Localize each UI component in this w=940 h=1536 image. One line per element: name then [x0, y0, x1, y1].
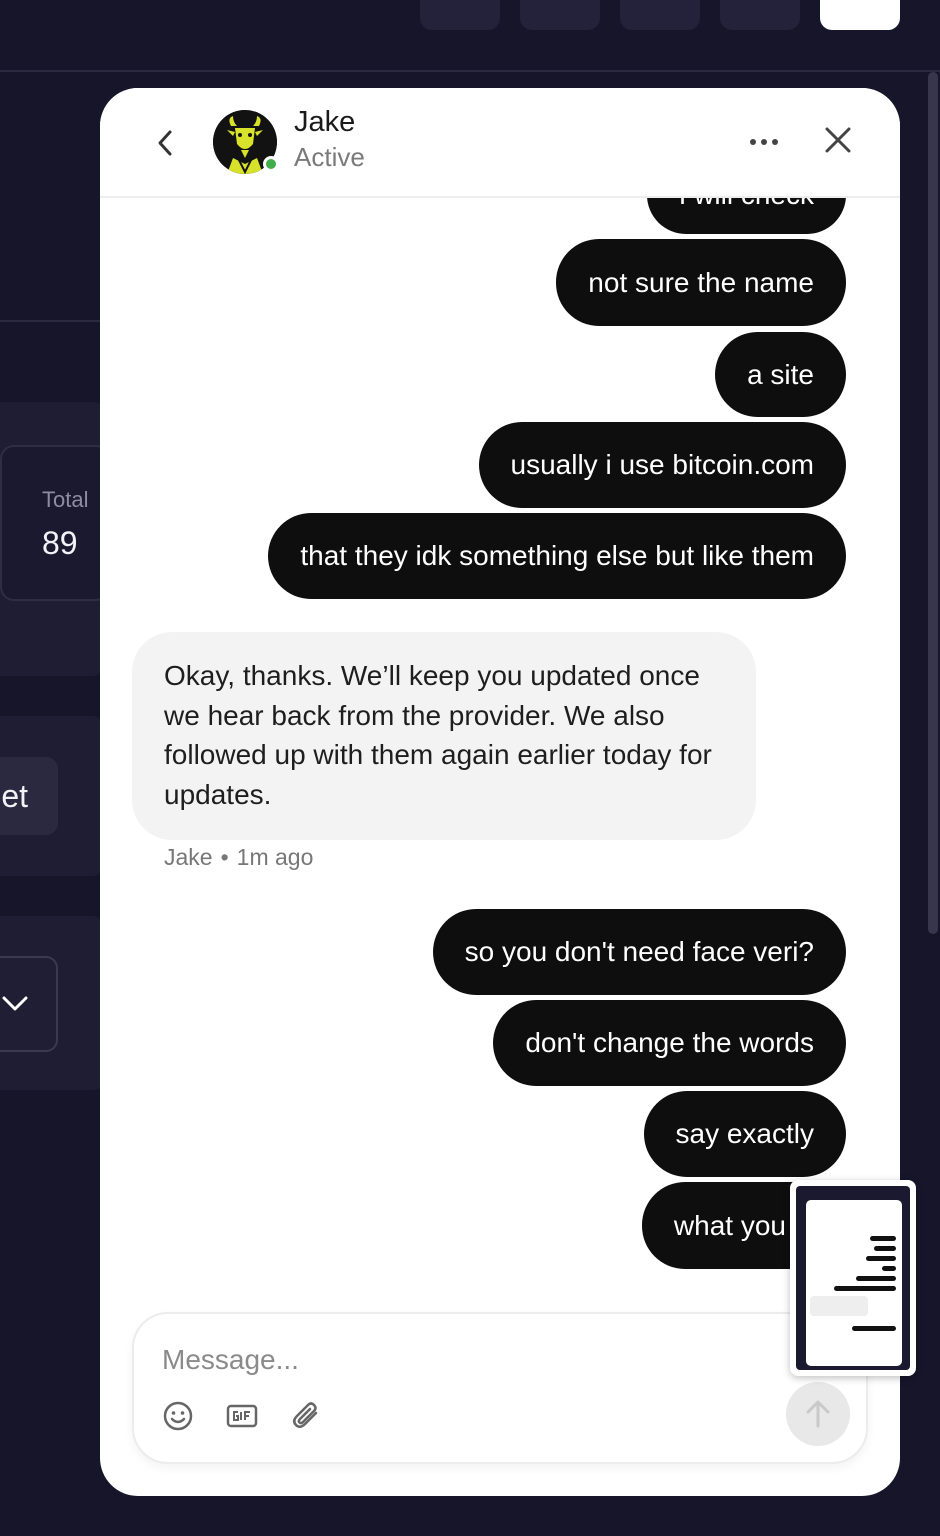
- chevron-down-icon: [2, 996, 28, 1011]
- total-stat-card: Total 89: [0, 445, 110, 601]
- grid-icon: [447, 0, 473, 10]
- message-bubble-outgoing: so you don't need face veri?: [432, 909, 846, 995]
- attach-icon: [293, 1402, 318, 1428]
- chat-header: Jake Active: [100, 88, 900, 198]
- attach-button[interactable]: [288, 1398, 324, 1434]
- meta-separator: •: [220, 844, 229, 870]
- close-button[interactable]: [820, 122, 856, 158]
- toolbar-search-button[interactable]: [620, 0, 700, 30]
- background-button-label: et: [1, 777, 28, 814]
- inbox-icon: [547, 0, 573, 10]
- megaphone-icon: [747, 0, 773, 10]
- section-divider: [0, 320, 110, 322]
- stat-value: 89: [42, 525, 78, 561]
- search-icon: [647, 0, 673, 10]
- contact-name: Jake: [294, 106, 356, 138]
- message-bubble-outgoing: a site: [715, 332, 846, 417]
- emoji-icon: [163, 1401, 193, 1431]
- toolbar-account-button[interactable]: [820, 0, 900, 30]
- back-button[interactable]: [148, 126, 182, 160]
- message-bubble-outgoing: I will check: [646, 198, 846, 234]
- message-bubble-outgoing: that they idk something else but like th…: [268, 513, 846, 599]
- message-bubble-incoming: Okay, thanks. We’ll keep you updated onc…: [132, 632, 756, 840]
- message-meta: Jake • 1m ago: [164, 844, 313, 871]
- background-dropdown[interactable]: [0, 956, 58, 1052]
- toolbar-notify-button[interactable]: [720, 0, 800, 30]
- more-icon: [750, 139, 778, 145]
- message-composer: [132, 1312, 868, 1464]
- send-arrow-icon: [806, 1400, 830, 1428]
- message-input[interactable]: [162, 1340, 722, 1380]
- message-list[interactable]: I will check not sure the name a site us…: [100, 198, 900, 1288]
- thumbnail-image: [796, 1186, 910, 1370]
- message-bubble-outgoing: say exactly: [643, 1091, 846, 1177]
- back-chevron-icon: [158, 130, 172, 156]
- thumbnail-chat-preview: [806, 1200, 902, 1366]
- screenshot-thumbnail[interactable]: [790, 1180, 916, 1376]
- gif-button[interactable]: [224, 1398, 260, 1434]
- close-icon: [825, 127, 851, 153]
- logo-icon: [847, 0, 873, 10]
- page-scrollbar[interactable]: [928, 72, 938, 934]
- more-options-button[interactable]: [746, 126, 782, 158]
- avatar[interactable]: [213, 110, 279, 175]
- toolbar-inbox-button[interactable]: [520, 0, 600, 30]
- message-author: Jake: [164, 844, 213, 870]
- toolbar-grid-button[interactable]: [420, 0, 500, 30]
- header-divider: [0, 70, 940, 72]
- gif-icon: [226, 1404, 258, 1428]
- message-bubble-outgoing: usually i use bitcoin.com: [478, 422, 846, 508]
- online-status-dot: [263, 156, 279, 172]
- stat-label: Total: [42, 487, 89, 512]
- contact-status: Active: [294, 142, 365, 172]
- send-button[interactable]: [786, 1382, 850, 1446]
- message-time: 1m ago: [236, 844, 314, 870]
- message-bubble-outgoing: not sure the name: [556, 239, 846, 326]
- message-bubble-outgoing: don't change the words: [493, 1000, 846, 1086]
- emoji-button[interactable]: [160, 1398, 196, 1434]
- background-action-button[interactable]: et: [0, 757, 58, 835]
- chat-window: Jake Active I will check not sure the na…: [100, 88, 900, 1496]
